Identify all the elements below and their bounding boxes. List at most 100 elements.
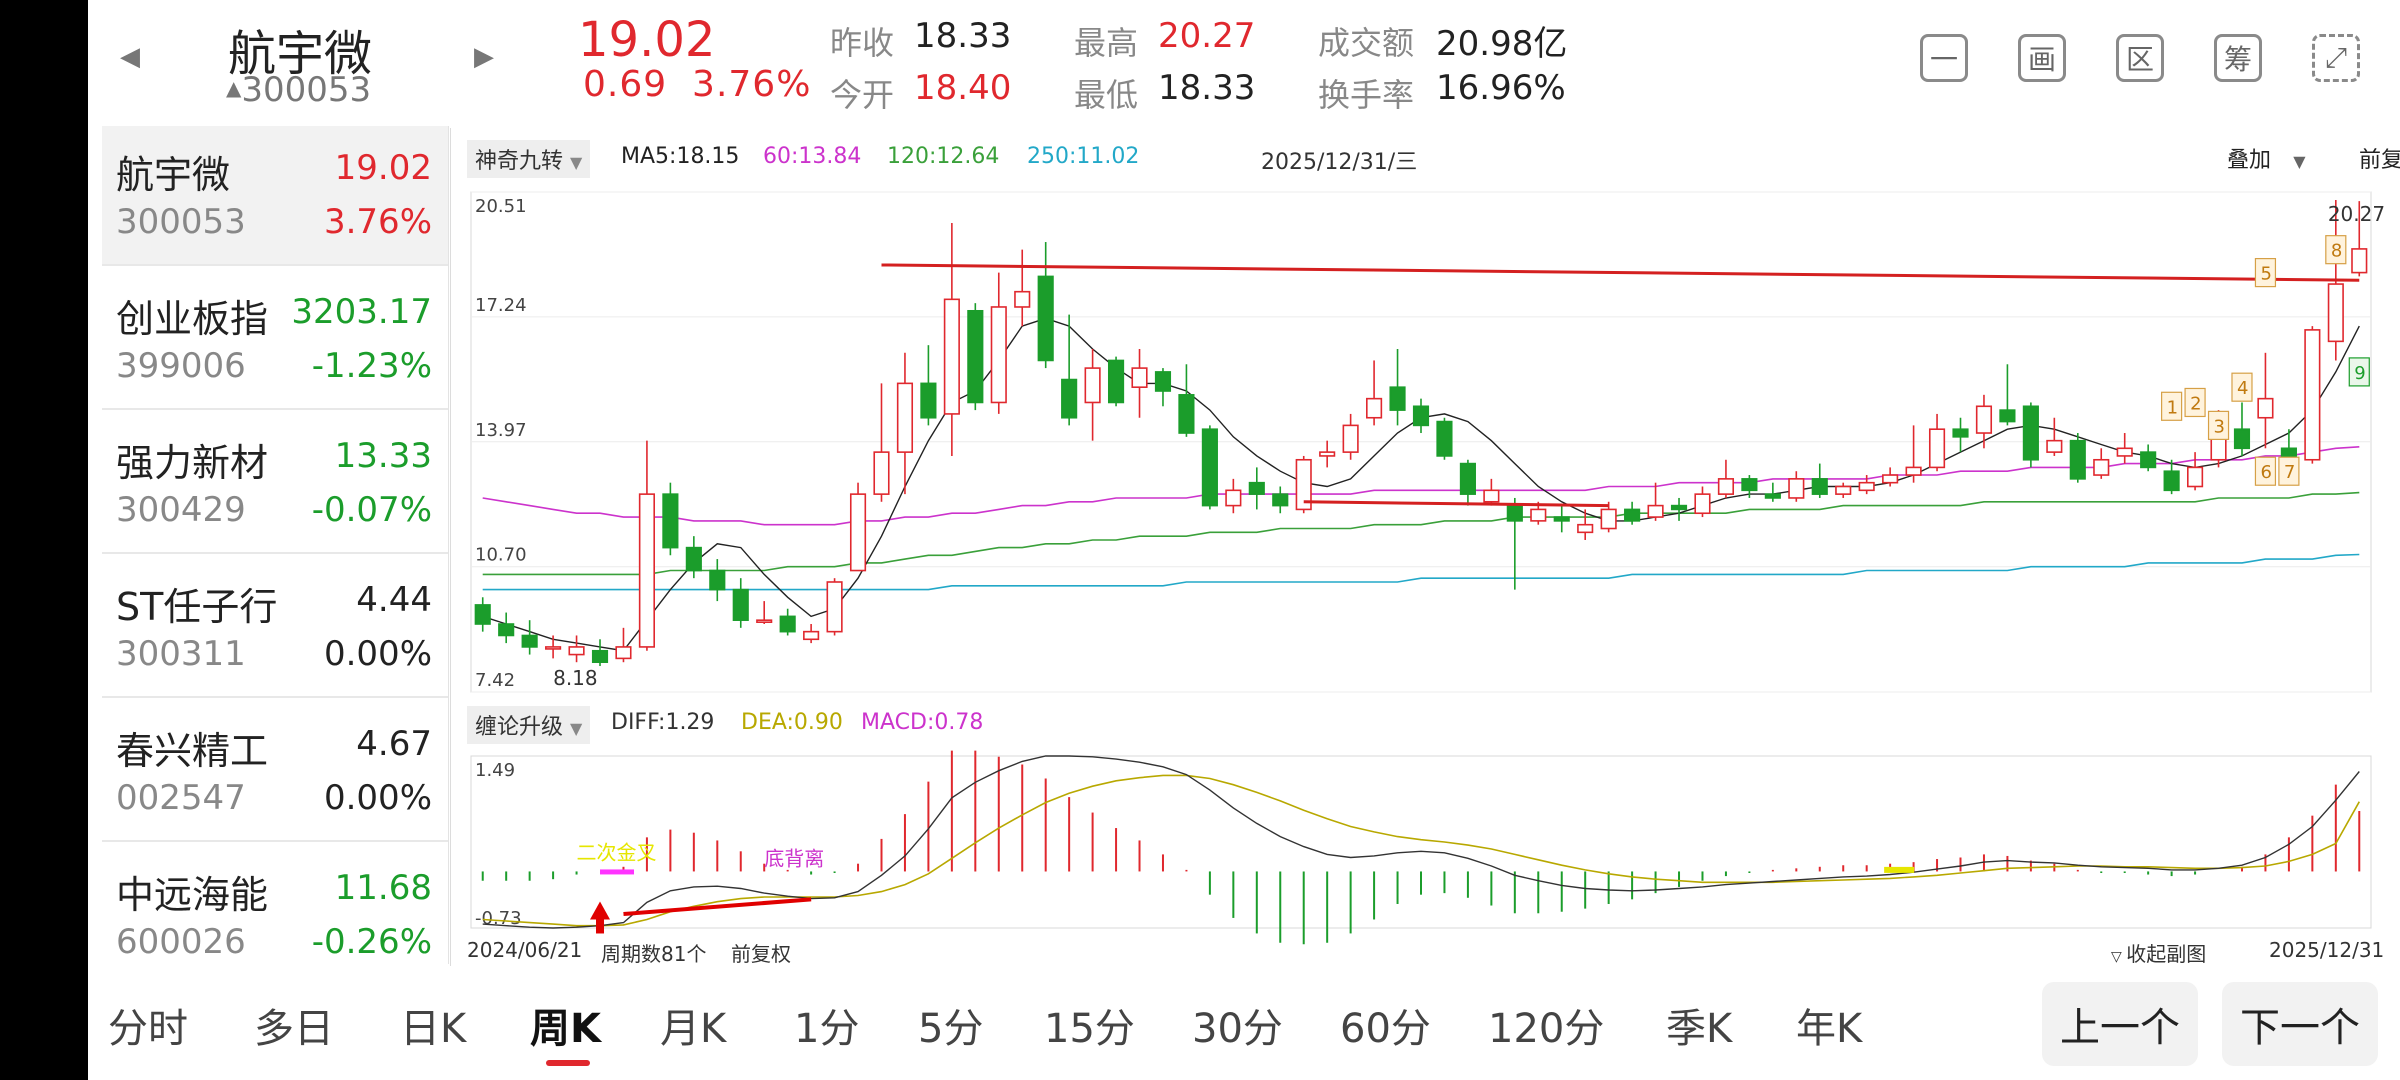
- candle-body: [662, 493, 679, 549]
- watchlist-item[interactable]: 创业板指 399006 3203.17 -1.23%: [102, 270, 448, 410]
- adjust-dropdown[interactable]: 前复权: [2359, 142, 2400, 174]
- watch-name: 强力新材: [116, 441, 269, 485]
- candle-body: [1624, 508, 1641, 522]
- watch-percent: -0.07%: [311, 490, 432, 530]
- candle-body: [1154, 371, 1172, 392]
- watchlist-item[interactable]: 强力新材 300429 13.33 -0.07%: [102, 414, 448, 554]
- watch-code: 002547: [116, 778, 246, 818]
- candle-body: [2140, 451, 2157, 469]
- collapse-subchart-button[interactable]: ▽ 收起副图: [2111, 938, 2206, 967]
- candle-body: [920, 382, 937, 419]
- tab-yearly-k[interactable]: 年K: [1796, 996, 1862, 1054]
- candle-body: [1694, 493, 1711, 515]
- candle-body: [1717, 478, 1735, 495]
- ma60-label: 60:13.84: [763, 144, 862, 169]
- candle-body: [1319, 451, 1336, 457]
- kline-chart[interactable]: 20.5117.2413.9710.707.421.49-0.7320.278.…: [451, 128, 2389, 966]
- sub-indicator-dropdown[interactable]: 缠论升级 ▼: [467, 706, 591, 744]
- watch-code: 300429: [116, 490, 246, 530]
- tab-120min[interactable]: 120分: [1488, 996, 1604, 1054]
- overlay-dropdown[interactable]: 叠加 ▼: [2227, 142, 2306, 174]
- current-price: 19.02: [578, 12, 716, 68]
- y-axis-label: 20.51: [475, 196, 527, 217]
- watchlist-item[interactable]: ST任子行 300311 4.44 0.00%: [102, 558, 448, 698]
- tab-weekly-k[interactable]: 周K: [530, 996, 601, 1054]
- candle-body: [1647, 504, 1664, 518]
- watch-price: 4.44: [356, 580, 432, 620]
- candle-body: [1037, 275, 1054, 362]
- indicator-dropdown[interactable]: 神奇九转 ▼: [467, 140, 591, 178]
- stock-app: ◀ 航宇微 ▲300053 ▶ 19.02 0.69 3.76% 昨收 18.3…: [88, 0, 2400, 1080]
- prev-stock-button[interactable]: 上一个: [2042, 982, 2198, 1066]
- rotate-screen-icon[interactable]: ⤢: [2312, 34, 2360, 82]
- candle-body: [2116, 447, 2133, 457]
- tab-intraday[interactable]: 分时: [108, 996, 188, 1054]
- high-value: 20.27: [1158, 16, 1256, 56]
- kline-chart-area[interactable]: 20.51 17.24 13.97 10.70 7.42 1.49 -0.73 20.27 8.…: [450, 128, 2400, 967]
- candle-body: [1577, 523, 1594, 534]
- board-icon[interactable]: 画: [2018, 34, 2066, 82]
- dea-label: DEA:0.90: [741, 710, 843, 735]
- watch-percent: 3.76%: [323, 202, 432, 242]
- chip-icon[interactable]: 筹: [2214, 34, 2262, 82]
- sub-indicator-name: 缠论升级: [475, 715, 564, 740]
- watch-name: 航宇微: [116, 153, 231, 197]
- candle-body: [849, 493, 867, 572]
- tab-30min[interactable]: 30分: [1192, 996, 1283, 1054]
- candle-body: [568, 646, 585, 656]
- area-icon[interactable]: 区: [2116, 34, 2164, 82]
- candle-body: [779, 615, 796, 633]
- candle-body: [2069, 439, 2086, 480]
- up-triangle-icon: ▲: [226, 76, 242, 100]
- watchlist-item[interactable]: 中远海能 600026 11.68 -0.26%: [102, 846, 448, 964]
- second-golden-cross-label: 二次金叉: [577, 841, 657, 865]
- candle-body: [591, 649, 609, 664]
- high-marker: 20.27: [2328, 202, 2385, 226]
- candle-body: [1107, 359, 1125, 404]
- candle-body: [1858, 481, 1875, 492]
- y-axis-label: 13.97: [475, 420, 527, 441]
- indicator-name: 神奇九转: [475, 149, 564, 174]
- high-label: 最高: [1074, 24, 1139, 62]
- tab-60min[interactable]: 60分: [1340, 996, 1431, 1054]
- candle-body: [2187, 466, 2204, 488]
- watch-percent: -0.26%: [311, 922, 432, 962]
- watch-percent: -1.23%: [311, 346, 432, 386]
- tab-monthly-k[interactable]: 月K: [660, 996, 726, 1054]
- minus-box-icon[interactable]: 一: [1920, 34, 1968, 82]
- tab-daily-k[interactable]: 日K: [400, 996, 466, 1054]
- period-count: 周期数81个: [601, 942, 707, 966]
- turnover-label: 成交额: [1318, 24, 1415, 62]
- nine-turn-number: 4: [2237, 378, 2248, 399]
- watch-percent: 0.00%: [323, 778, 432, 818]
- next-stock-arrow-icon[interactable]: ▶: [474, 42, 494, 72]
- watchlist-item[interactable]: 春兴精工 002547 4.67 0.00%: [102, 702, 448, 842]
- change-amount: 0.69: [583, 64, 668, 105]
- candle-body: [1835, 485, 1852, 495]
- low-label: 最低: [1074, 76, 1139, 114]
- tab-1min[interactable]: 1分: [794, 996, 859, 1054]
- candle-body: [803, 630, 820, 641]
- candle-body: [896, 382, 914, 453]
- next-stock-button[interactable]: 下一个: [2222, 982, 2378, 1066]
- tab-multi-day[interactable]: 多日: [254, 996, 334, 1054]
- watch-code: 399006: [116, 346, 246, 386]
- candle-body: [1459, 462, 1476, 495]
- candle-body: [826, 581, 843, 633]
- watchlist: 航宇微 300053 19.02 3.76% 创业板指 399006 3203.…: [102, 126, 449, 964]
- tab-15min[interactable]: 15分: [1044, 996, 1135, 1054]
- candle-body: [1811, 478, 1828, 495]
- watch-price: 11.68: [334, 868, 432, 908]
- candle-body: [474, 604, 491, 625]
- tab-quarterly-k[interactable]: 季K: [1666, 996, 1732, 1054]
- candle-body: [756, 619, 773, 623]
- tab-5min[interactable]: 5分: [918, 996, 983, 1054]
- watchlist-item[interactable]: 航宇微 300053 19.02 3.76%: [102, 126, 448, 266]
- candle-body: [873, 451, 890, 495]
- candle-body: [2304, 329, 2321, 461]
- candle-body: [990, 306, 1007, 404]
- start-date: 2024/06/21: [467, 938, 583, 962]
- candle-body: [1389, 386, 1406, 411]
- period-tabs: 分时 多日 日K 周K 月K 1分 5分 15分 30分 60分 120分 季K…: [88, 966, 2400, 1080]
- prev-stock-arrow-icon[interactable]: ◀: [120, 42, 140, 72]
